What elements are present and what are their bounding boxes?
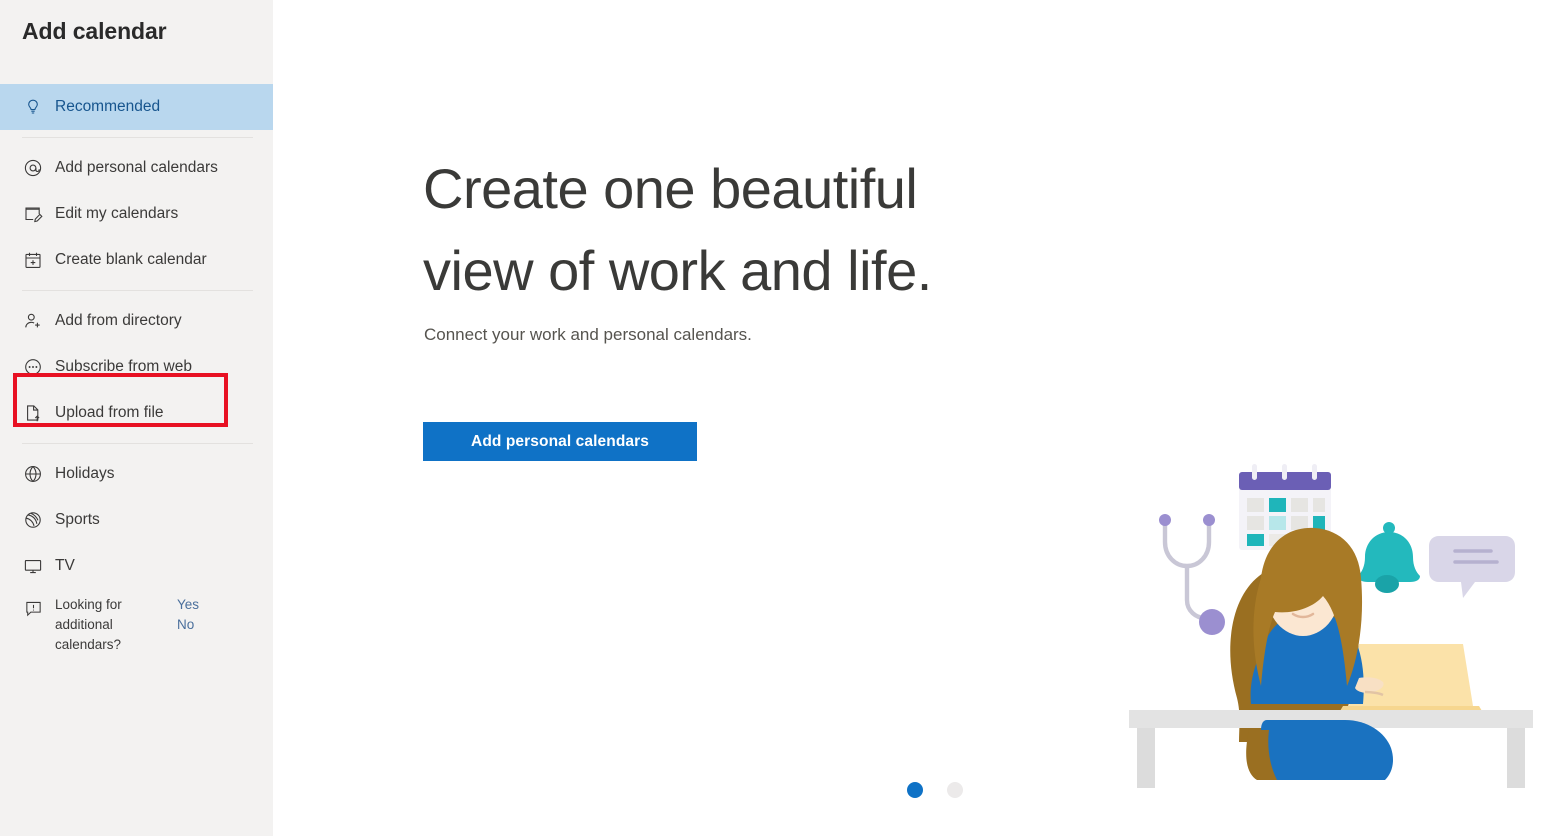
sidebar: Add calendar Recommended Add personal ca…	[0, 0, 273, 836]
sidebar-item-label: Create blank calendar	[55, 251, 207, 268]
feedback-prompt: Looking for additional calendars? Yes No	[0, 589, 273, 655]
woman-at-laptop-illustration	[1121, 448, 1541, 790]
sidebar-item-edit-my-calendars[interactable]: Edit my calendars	[0, 191, 273, 237]
sidebar-item-add-from-directory[interactable]: Add from directory	[0, 298, 273, 344]
sidebar-item-tv[interactable]: TV	[0, 543, 273, 589]
sidebar-item-holidays[interactable]: Holidays	[0, 451, 273, 497]
nav-divider	[22, 443, 253, 444]
carousel-dots	[907, 782, 963, 798]
sports-ball-icon	[22, 509, 44, 531]
calendar-plus-icon	[22, 249, 44, 271]
feedback-links: Yes No	[177, 595, 199, 635]
sidebar-item-add-personal-calendars[interactable]: Add personal calendars	[0, 145, 273, 191]
sidebar-item-label: Recommended	[55, 98, 161, 115]
main-content: Create one beautiful view of work and li…	[273, 0, 1547, 836]
sidebar-item-label: Subscribe from web	[55, 358, 192, 375]
sidebar-item-label: Holidays	[55, 465, 115, 482]
bell-graphic	[1358, 522, 1420, 593]
sidebar-item-label: Sports	[55, 511, 100, 528]
sidebar-item-label: Add personal calendars	[55, 159, 218, 176]
circle-ellipsis-icon	[22, 356, 44, 378]
sidebar-item-subscribe-from-web[interactable]: Subscribe from web	[0, 344, 273, 390]
carousel-dot-1[interactable]	[907, 782, 923, 798]
sidebar-nav: Recommended Add personal calendars Edit …	[0, 84, 273, 655]
sidebar-item-recommended[interactable]: Recommended	[0, 84, 273, 130]
hero-title: Create one beautiful view of work and li…	[423, 157, 932, 302]
sidebar-item-sports[interactable]: Sports	[0, 497, 273, 543]
speech-bubble-graphic	[1429, 536, 1515, 598]
feedback-no-link[interactable]: No	[177, 615, 199, 635]
sidebar-item-label: TV	[55, 557, 75, 574]
person-add-icon	[22, 310, 44, 332]
feedback-bubble-icon	[22, 597, 44, 619]
nav-divider	[22, 137, 253, 138]
nav-divider	[22, 290, 253, 291]
sidebar-item-label: Add from directory	[55, 312, 182, 329]
add-personal-calendars-button[interactable]: Add personal calendars	[423, 422, 697, 461]
stethoscope-graphic	[1162, 524, 1212, 621]
tv-monitor-icon	[22, 555, 44, 577]
carousel-dot-2[interactable]	[947, 782, 963, 798]
feedback-question: Looking for additional calendars?	[55, 597, 122, 652]
sidebar-item-label: Upload from file	[55, 404, 164, 421]
feedback-yes-link[interactable]: Yes	[177, 595, 199, 615]
hero-subtitle: Connect your work and personal calendars…	[424, 325, 752, 344]
add-calendar-dialog: Add calendar Recommended Add personal ca…	[0, 0, 1547, 836]
sidebar-item-upload-from-file[interactable]: Upload from file	[0, 390, 273, 436]
sidebar-item-create-blank-calendar[interactable]: Create blank calendar	[0, 237, 273, 283]
page-title: Add calendar	[22, 18, 167, 44]
file-upload-icon	[22, 402, 44, 424]
edit-calendar-icon	[22, 203, 44, 225]
lightbulb-icon	[22, 96, 44, 118]
sidebar-item-label: Edit my calendars	[55, 205, 179, 222]
at-sign-icon	[22, 157, 44, 179]
globe-icon	[22, 463, 44, 485]
